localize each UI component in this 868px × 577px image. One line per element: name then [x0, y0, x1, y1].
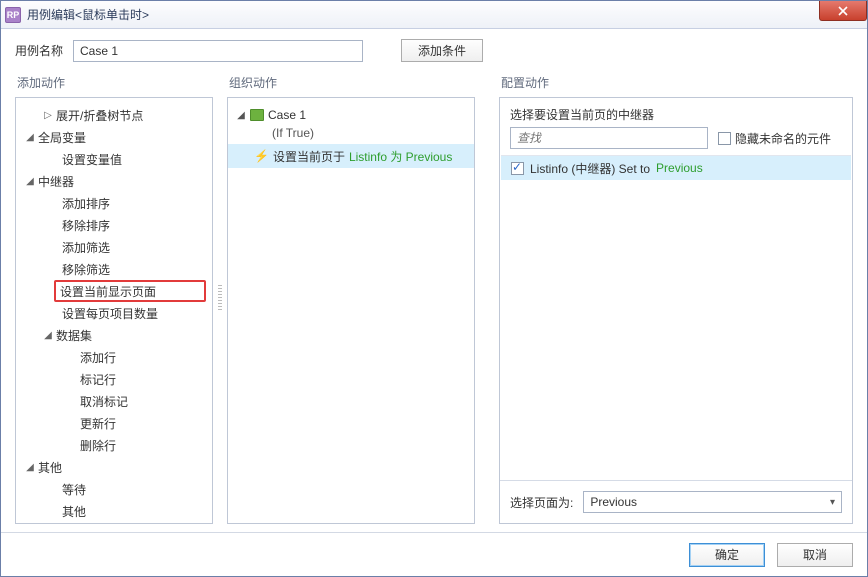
chevron-down-icon: ◢ — [24, 462, 36, 473]
tree-item[interactable]: 删除行 — [16, 434, 212, 456]
chevron-down-icon: ▾ — [830, 497, 835, 508]
bolt-icon: ⚡ — [254, 149, 269, 163]
chevron-down-icon: ◢ — [24, 132, 36, 143]
grip-icon — [218, 285, 222, 311]
action-node[interactable]: ⚡ 设置当前页于 Listinfo 为 Previous — [228, 144, 474, 168]
close-icon — [838, 6, 848, 16]
page-select[interactable]: Previous ▾ — [583, 491, 842, 513]
chevron-down-icon: ◢ — [236, 110, 246, 121]
tree-item[interactable]: 移除筛选 — [16, 258, 212, 280]
search-input[interactable] — [510, 127, 708, 149]
chevron-right-icon: ▷ — [42, 110, 54, 121]
chevron-down-icon: ◢ — [24, 176, 36, 187]
ok-button[interactable]: 确定 — [689, 543, 765, 567]
case-name-input[interactable] — [73, 40, 363, 62]
tree-item[interactable]: 等待 — [16, 478, 212, 500]
add-action-header: 添加动作 — [15, 72, 213, 97]
tree-item[interactable]: ◢中继器 — [16, 170, 212, 192]
action-tree[interactable]: ▷展开/折叠树节点 ◢全局变量 设置变量值 ◢中继器 添加排序 移除排序 添加筛… — [16, 98, 212, 523]
case-editor-dialog: RP 用例编辑<鼠标单击时> 用例名称 添加条件 添加动作 ▷展开/折叠树节点 … — [0, 0, 868, 577]
config-subtitle: 选择要设置当前页的中继器 — [500, 98, 852, 127]
case-node[interactable]: ◢ Case 1 — [228, 104, 474, 126]
close-button[interactable] — [819, 1, 867, 21]
list-item[interactable]: Listinfo (中继器) Set to Previous — [501, 156, 851, 180]
splitter-handle[interactable] — [217, 72, 223, 524]
case-icon — [250, 109, 264, 121]
hide-unnamed-checkbox[interactable]: 隐藏未命名的元件 — [718, 130, 831, 147]
case-name-label: 用例名称 — [15, 42, 63, 59]
add-condition-button[interactable]: 添加条件 — [401, 39, 483, 62]
tree-item[interactable]: 设置每页项目数量 — [16, 302, 212, 324]
tree-item[interactable]: ▷展开/折叠树节点 — [16, 104, 212, 126]
organize-action-header: 组织动作 — [227, 72, 475, 97]
tree-item[interactable]: ◢数据集 — [16, 324, 212, 346]
action-tree-panel: ▷展开/折叠树节点 ◢全局变量 设置变量值 ◢中继器 添加排序 移除排序 添加筛… — [15, 97, 213, 524]
tree-item[interactable]: 更新行 — [16, 412, 212, 434]
checkbox-icon — [718, 132, 731, 145]
tree-item[interactable]: 设置变量值 — [16, 148, 212, 170]
case-condition: (If True) — [228, 126, 474, 142]
config-action-header: 配置动作 — [499, 72, 853, 97]
select-page-label: 选择页面为: — [510, 494, 573, 511]
repeater-list[interactable]: Listinfo (中继器) Set to Previous — [501, 155, 851, 480]
cancel-button[interactable]: 取消 — [777, 543, 853, 567]
tree-item[interactable]: 添加筛选 — [16, 236, 212, 258]
checkbox-checked-icon[interactable] — [511, 162, 524, 175]
tree-item-selected[interactable]: 设置当前显示页面 — [54, 280, 206, 302]
tree-item[interactable]: 添加排序 — [16, 192, 212, 214]
tree-item[interactable]: 取消标记 — [16, 390, 212, 412]
config-panel: 选择要设置当前页的中继器 隐藏未命名的元件 Listinfo (中继器) Set… — [499, 97, 853, 524]
app-icon: RP — [5, 7, 21, 23]
organize-panel: ◢ Case 1 (If True) ⚡ 设置当前页于 Listinfo 为 P… — [227, 97, 475, 524]
dialog-footer: 确定 取消 — [1, 532, 867, 576]
case-name-row: 用例名称 添加条件 — [1, 29, 867, 72]
window-title: 用例编辑<鼠标单击时> — [27, 6, 149, 23]
tree-item[interactable]: 移除排序 — [16, 214, 212, 236]
tree-item[interactable]: ◢其他 — [16, 456, 212, 478]
tree-item[interactable]: 标记行 — [16, 368, 212, 390]
tree-item[interactable]: 触发事件 — [16, 522, 212, 523]
tree-item[interactable]: ◢全局变量 — [16, 126, 212, 148]
tree-item[interactable]: 添加行 — [16, 346, 212, 368]
chevron-down-icon: ◢ — [42, 330, 54, 341]
tree-item[interactable]: 其他 — [16, 500, 212, 522]
case-tree[interactable]: ◢ Case 1 (If True) ⚡ 设置当前页于 Listinfo 为 P… — [228, 98, 474, 523]
titlebar[interactable]: RP 用例编辑<鼠标单击时> — [1, 1, 867, 29]
